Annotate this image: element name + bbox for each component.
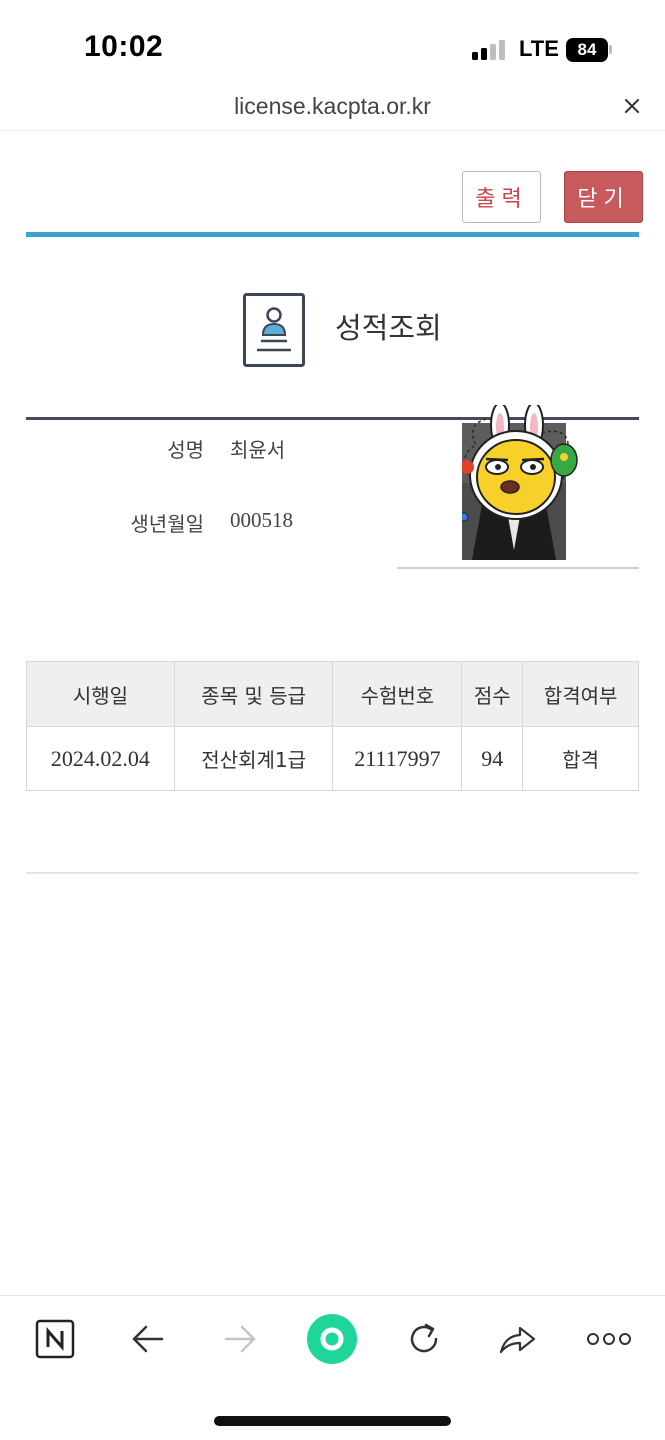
network-type: LTE (519, 36, 559, 61)
print-button[interactable]: 출력 (462, 171, 541, 223)
signal-icon (472, 38, 506, 60)
table-header-row: 시행일 종목 및 등급 수험번호 점수 합격여부 (26, 661, 639, 727)
print-button-label: 출력 (475, 187, 528, 212)
table-row: 2024.02.04 전산회계1급 21117997 94 합격 (26, 726, 639, 791)
close-icon[interactable] (620, 94, 644, 118)
home-green-icon[interactable] (306, 1313, 358, 1365)
cell-exam-number: 21117997 (332, 726, 463, 791)
page-title: 성적조회 (335, 311, 442, 345)
url-text[interactable]: license.kacpta.or.kr (0, 93, 665, 120)
naver-icon[interactable] (29, 1313, 81, 1365)
header-pass-status: 합격여부 (522, 661, 639, 727)
status-time: 10:02 (84, 30, 164, 63)
cell-subject-grade: 전산회계1급 (173, 726, 334, 791)
header-subject-grade: 종목 및 등급 (173, 661, 334, 727)
name-value: 최윤서 (230, 438, 286, 462)
name-label: 성명 (167, 438, 204, 462)
cell-exam-date: 2024.02.04 (26, 726, 175, 791)
divider (0, 130, 665, 131)
toolbar-divider (0, 1295, 665, 1296)
home-indicator[interactable] (214, 1416, 451, 1426)
content-bottom-divider (26, 872, 639, 874)
photo-divider (397, 567, 639, 569)
dob-label: 생년월일 (130, 512, 204, 536)
close-button[interactable]: 닫기 (564, 171, 643, 223)
share-icon[interactable] (491, 1313, 543, 1365)
more-icon[interactable] (583, 1313, 635, 1365)
header-exam-number: 수험번호 (332, 661, 463, 727)
results-table: 시행일 종목 및 등급 수험번호 점수 합격여부 2024.02.04 전산회계… (26, 661, 639, 791)
header-divider (26, 232, 639, 237)
dob-value: 000518 (230, 508, 293, 532)
battery-nub (609, 45, 612, 54)
back-icon[interactable] (122, 1313, 174, 1365)
cell-pass-status: 합격 (522, 726, 639, 791)
header-exam-date: 시행일 (26, 661, 175, 727)
cell-score: 94 (461, 726, 524, 791)
reload-icon[interactable] (398, 1313, 450, 1365)
header-score: 점수 (461, 661, 524, 727)
status-bar: 10:02 LTE 84 (0, 0, 665, 95)
profile-photo (459, 402, 582, 560)
battery-icon: 84 (566, 38, 608, 62)
battery-level: 84 (577, 40, 597, 59)
id-card-icon (243, 293, 305, 367)
forward-icon[interactable] (214, 1313, 266, 1365)
close-button-label: 닫기 (577, 187, 630, 212)
